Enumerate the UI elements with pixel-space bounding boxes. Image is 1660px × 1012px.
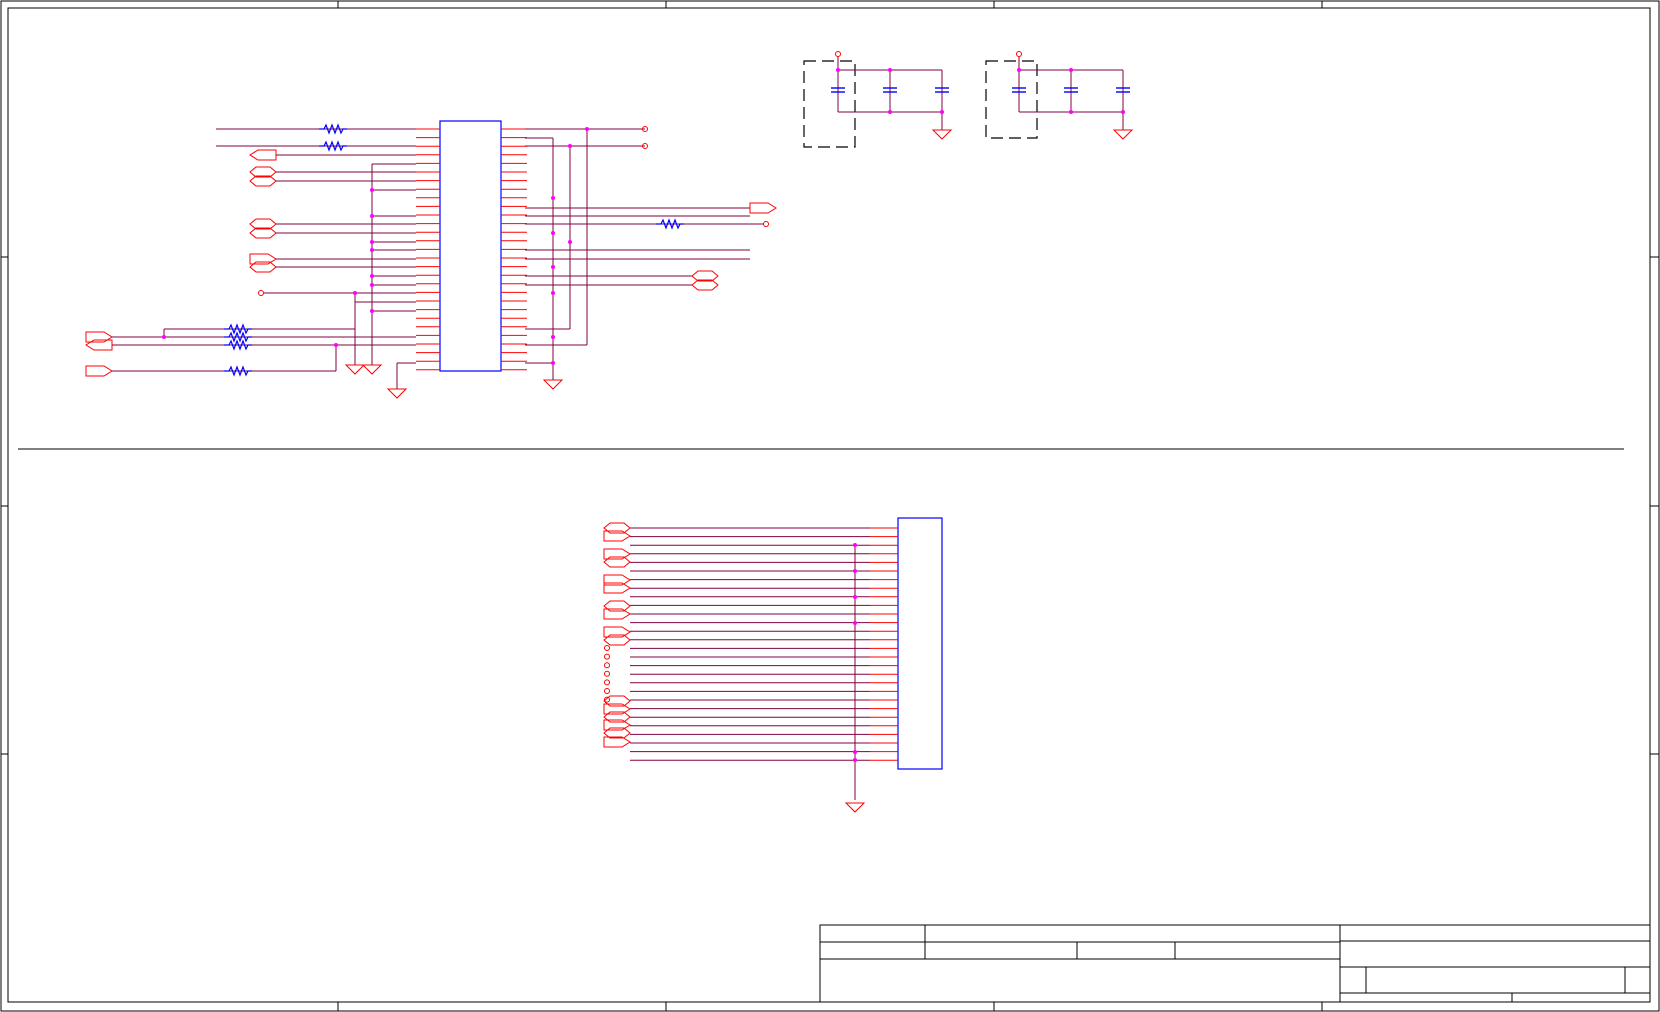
top-circuit — [85, 120, 777, 399]
ground-6 — [1113, 129, 1133, 140]
ground-4 — [543, 379, 563, 390]
j1-junction — [853, 595, 857, 599]
resistor-r3[interactable] — [223, 324, 253, 334]
j1-junction — [853, 750, 857, 754]
port-left-10[interactable] — [85, 365, 113, 377]
power-pin-1[interactable] — [835, 51, 841, 57]
j1-junction — [853, 621, 857, 625]
connector-j1-pins — [630, 527, 898, 761]
j1-test-point[interactable] — [604, 670, 610, 677]
j1-junction — [853, 758, 857, 762]
test-point-1[interactable] — [258, 290, 264, 296]
connector-j1-body[interactable] — [897, 517, 943, 770]
ground-7 — [845, 802, 865, 813]
decoupling-group-2 — [985, 51, 1133, 140]
j1-test-point[interactable] — [604, 679, 610, 686]
port-right-1[interactable] — [749, 202, 777, 214]
ic-u1-body[interactable] — [439, 120, 502, 372]
resistor-r2[interactable] — [318, 141, 348, 151]
j1-junction — [853, 543, 857, 547]
j1-test-point[interactable] — [604, 688, 610, 694]
test-point-4[interactable] — [763, 221, 769, 227]
ic-u1-left-pins — [416, 128, 440, 371]
resistor-r6[interactable] — [223, 366, 253, 376]
schematic-sheet — [0, 0, 1660, 1012]
ground-5 — [932, 129, 952, 140]
resistor-r4[interactable] — [223, 332, 253, 342]
j1-test-point[interactable] — [604, 645, 610, 651]
decoupling-group-1 — [803, 51, 952, 148]
j1-test-point[interactable] — [604, 662, 610, 669]
ground-3 — [387, 388, 407, 399]
power-pin-2[interactable] — [1016, 51, 1022, 57]
j1-test-point[interactable] — [604, 653, 610, 660]
ground-2 — [362, 364, 382, 375]
resistor-r1[interactable] — [318, 124, 348, 134]
port-left-1[interactable] — [249, 149, 277, 161]
j1-junction — [853, 569, 857, 573]
title-block — [819, 924, 1651, 1003]
ground-1 — [345, 364, 365, 375]
bottom-circuit — [603, 517, 943, 813]
ic-u1-right-pins — [501, 128, 527, 371]
resistor-r7[interactable] — [655, 219, 685, 229]
sheet-frame — [0, 0, 1660, 1012]
resistor-r5[interactable] — [223, 340, 253, 350]
